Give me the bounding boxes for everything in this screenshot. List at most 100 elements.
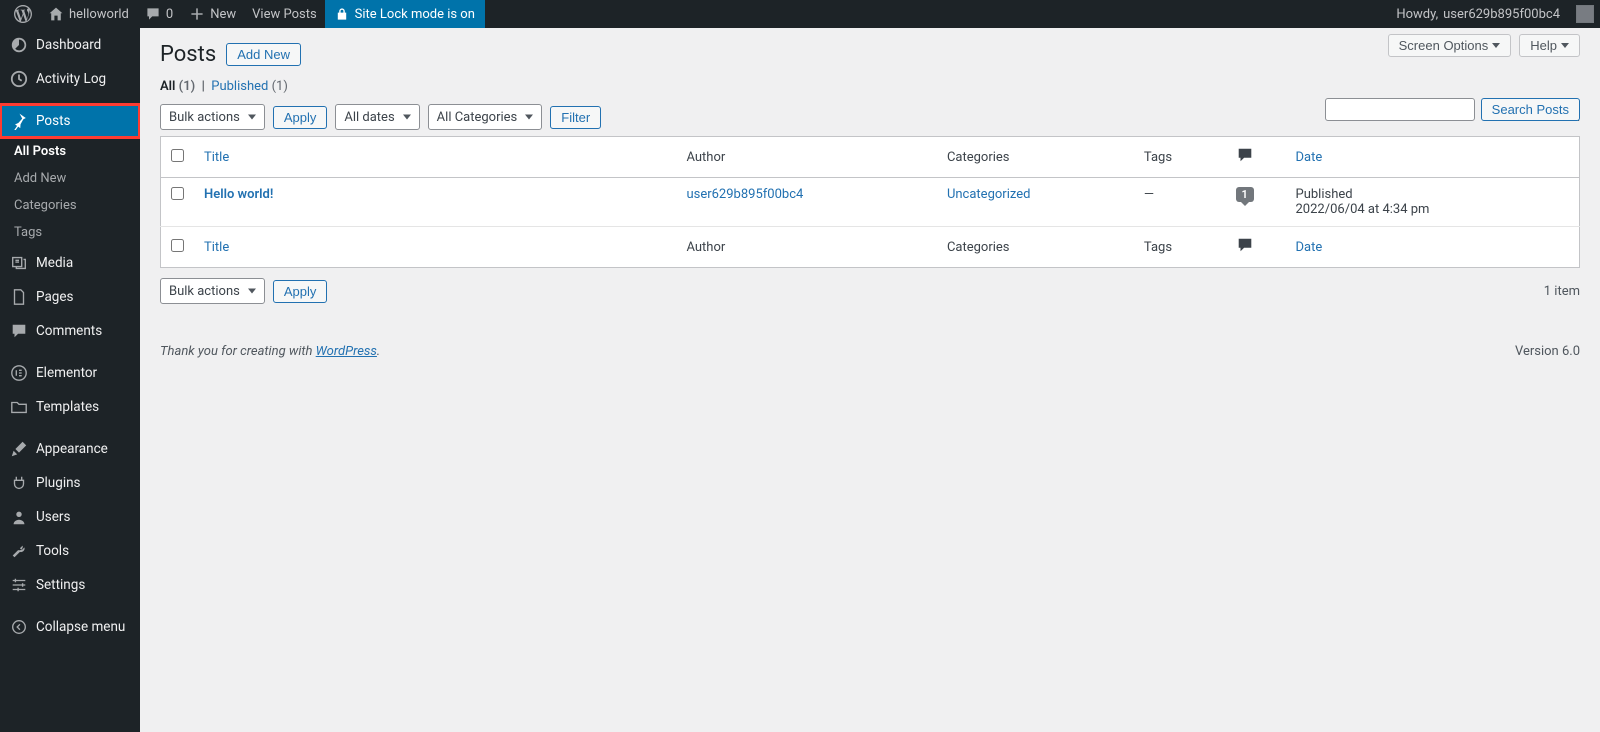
select-all-checkbox-top[interactable] <box>171 149 184 162</box>
page-title: Posts <box>160 42 216 67</box>
bulk-actions-select-top[interactable]: Bulk actions <box>160 104 265 130</box>
post-status-filters: All (1) | Published (1) <box>160 79 1580 94</box>
screen-options-label: Screen Options <box>1399 38 1489 53</box>
admin-footer: Thank you for creating with WordPress. V… <box>160 304 1580 359</box>
column-author-footer: Author <box>676 227 936 268</box>
column-title[interactable]: Title <box>204 150 229 165</box>
brush-icon <box>10 440 28 458</box>
search-posts-button[interactable]: Search Posts <box>1481 98 1580 121</box>
footer-thanks: Thank you for creating with <box>160 344 316 359</box>
lock-label: Site Lock mode is on <box>355 7 475 22</box>
post-status: Published <box>1296 187 1353 202</box>
folder-icon <box>10 398 28 416</box>
menu-tools[interactable]: Tools <box>0 534 140 568</box>
wp-logo[interactable] <box>6 0 40 28</box>
elementor-icon <box>10 364 28 382</box>
menu-pages[interactable]: Pages <box>0 280 140 314</box>
plus-icon <box>189 6 205 22</box>
select-all-checkbox-bottom[interactable] <box>171 239 184 252</box>
view-posts-label: View Posts <box>252 7 317 22</box>
menu-appearance[interactable]: Appearance <box>0 432 140 466</box>
pin-icon <box>10 112 28 130</box>
new-content-link[interactable]: New <box>181 0 244 28</box>
filter-button[interactable]: Filter <box>550 106 601 129</box>
category-filter-select[interactable]: All Categories <box>428 104 543 130</box>
footer-wp-link[interactable]: WordPress <box>316 344 377 359</box>
home-icon <box>48 6 64 22</box>
menu-users-label: Users <box>36 509 70 525</box>
comment-icon <box>10 322 28 340</box>
lock-icon <box>335 7 349 21</box>
menu-comments[interactable]: Comments <box>0 314 140 348</box>
site-name-link[interactable]: helloworld <box>40 0 137 28</box>
user-avatar[interactable] <box>1576 5 1594 23</box>
collapse-icon <box>10 618 28 636</box>
menu-posts[interactable]: Posts <box>0 104 140 138</box>
comment-icon <box>145 6 161 22</box>
post-tags: — <box>1134 178 1226 227</box>
main-content: Screen Options Help Posts Add New All (1… <box>140 28 1600 732</box>
menu-templates[interactable]: Templates <box>0 390 140 424</box>
column-tags: Tags <box>1134 137 1226 178</box>
help-button[interactable]: Help <box>1519 34 1580 57</box>
comments-count: 0 <box>166 7 173 22</box>
column-title-footer[interactable]: Title <box>204 240 229 255</box>
menu-collapse[interactable]: Collapse menu <box>0 610 140 644</box>
wrench-icon <box>10 542 28 560</box>
wordpress-icon <box>14 5 32 23</box>
menu-activity-log[interactable]: Activity Log <box>0 62 140 96</box>
menu-elementor[interactable]: Elementor <box>0 356 140 390</box>
menu-activity-log-label: Activity Log <box>36 71 106 87</box>
menu-plugins[interactable]: Plugins <box>0 466 140 500</box>
submenu-tags[interactable]: Tags <box>0 219 140 246</box>
menu-settings[interactable]: Settings <box>0 568 140 602</box>
filter-published[interactable]: Published (1) <box>211 79 288 94</box>
filter-all[interactable]: All (1) <box>160 79 195 94</box>
comments-link[interactable]: 0 <box>137 0 181 28</box>
view-posts-link[interactable]: View Posts <box>244 0 325 28</box>
post-date: 2022/06/04 at 4:34 pm <box>1296 202 1430 217</box>
site-lock-indicator[interactable]: Site Lock mode is on <box>325 0 485 28</box>
post-title-link[interactable]: Hello world! <box>204 187 273 202</box>
submenu-add-new[interactable]: Add New <box>0 165 140 192</box>
dashboard-icon <box>10 36 28 54</box>
sliders-icon <box>10 576 28 594</box>
menu-media[interactable]: Media <box>0 246 140 280</box>
column-author: Author <box>676 137 936 178</box>
post-category-link[interactable]: Uncategorized <box>947 187 1030 202</box>
apply-button-top[interactable]: Apply <box>273 106 328 129</box>
comments-column-icon <box>1236 146 1254 164</box>
howdy-username: user629b895f00bc4 <box>1443 7 1560 22</box>
bulk-actions-select-bottom[interactable]: Bulk actions <box>160 278 265 304</box>
submenu-categories[interactable]: Categories <box>0 192 140 219</box>
menu-templates-label: Templates <box>36 399 99 415</box>
search-posts-input[interactable] <box>1325 98 1475 121</box>
site-name-label: helloworld <box>69 7 129 22</box>
howdy-prefix: Howdy, <box>1396 7 1438 22</box>
row-checkbox[interactable] <box>171 187 184 200</box>
post-author-link[interactable]: user629b895f00bc4 <box>686 187 803 202</box>
menu-tools-label: Tools <box>36 543 69 559</box>
column-date-footer[interactable]: Date <box>1296 240 1323 255</box>
menu-elementor-label: Elementor <box>36 365 97 381</box>
menu-settings-label: Settings <box>36 577 85 593</box>
comment-count-bubble[interactable]: 1 <box>1236 187 1254 202</box>
column-date[interactable]: Date <box>1296 150 1323 165</box>
menu-dashboard[interactable]: Dashboard <box>0 28 140 62</box>
menu-media-label: Media <box>36 255 73 271</box>
menu-pages-label: Pages <box>36 289 74 305</box>
add-new-button[interactable]: Add New <box>226 43 301 66</box>
chevron-down-icon <box>1492 43 1500 48</box>
page-icon <box>10 288 28 306</box>
menu-dashboard-label: Dashboard <box>36 37 101 53</box>
date-filter-select[interactable]: All dates <box>335 104 419 130</box>
screen-options-button[interactable]: Screen Options <box>1388 34 1512 57</box>
column-tags-footer: Tags <box>1134 227 1226 268</box>
menu-users[interactable]: Users <box>0 500 140 534</box>
apply-button-bottom[interactable]: Apply <box>273 280 328 303</box>
footer-version: Version 6.0 <box>1515 344 1580 359</box>
posts-table: Title Author Categories Tags Date Hello … <box>160 136 1580 268</box>
item-count-bottom: 1 item <box>1544 284 1580 299</box>
howdy-link[interactable]: Howdy, user629b895f00bc4 <box>1388 0 1568 28</box>
submenu-all-posts[interactable]: All Posts <box>0 138 140 165</box>
